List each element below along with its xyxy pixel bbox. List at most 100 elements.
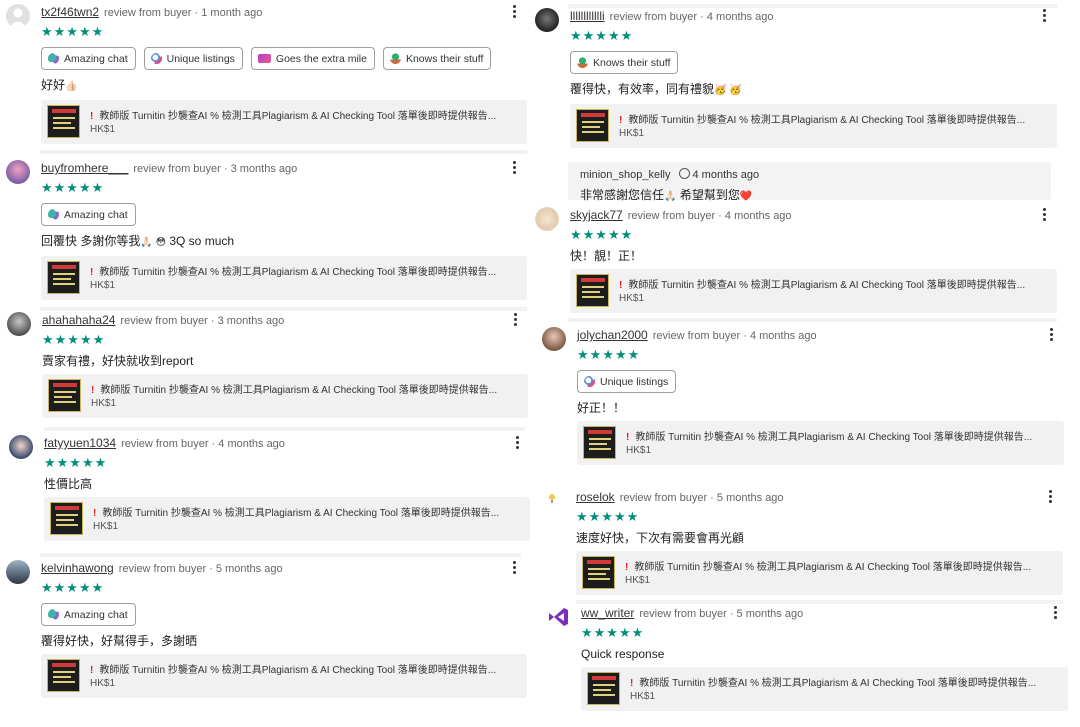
avatar[interactable] — [9, 435, 33, 459]
review-time: 4 months ago — [724, 210, 792, 222]
chat-bubbles-icon — [48, 53, 59, 64]
listing-title: ! 教師版 Turnitin 抄襲查AI % 檢測工具Plagiarism & A… — [630, 678, 1037, 689]
reviewer-username[interactable]: kelvinhawong — [41, 561, 114, 575]
listing-price: HK$1 — [90, 124, 116, 135]
review-time: 4 months ago — [218, 438, 285, 450]
more-options-icon[interactable] — [511, 4, 517, 20]
plant-icon — [577, 57, 588, 68]
review-text: 快！靚！正！ — [570, 249, 643, 263]
reviewer-username[interactable]: tx2f46twn2 — [41, 5, 99, 19]
avatar[interactable] — [6, 4, 30, 28]
review-source: review from buyer — [133, 163, 221, 175]
alert-icon: ! — [90, 665, 94, 676]
listing-title: ! 教師版 Turnitin 抄襲查AI % 檢測工具Plagiarism & A… — [625, 562, 1032, 573]
listing-thumbnail — [587, 672, 620, 705]
review-source: review from buyer — [639, 608, 727, 620]
alert-icon: ! — [619, 115, 623, 126]
listing-card[interactable]: ! 教師版 Turnitin 抄襲查AI % 檢測工具Plagiarism & A… — [44, 497, 530, 541]
listing-card[interactable]: ! 教師版 Turnitin 抄襲查AI % 檢測工具Plagiarism & A… — [581, 667, 1068, 711]
more-options-icon[interactable] — [1052, 605, 1058, 621]
more-options-icon[interactable] — [1047, 489, 1053, 505]
more-options-icon[interactable] — [1048, 327, 1054, 343]
review-source: review from buyer — [619, 492, 708, 504]
avatar[interactable] — [535, 207, 559, 231]
review-time: 5 months ago — [716, 492, 784, 504]
reviewer-username[interactable]: jolychan2000 — [577, 328, 648, 342]
listing-title: ! 教師版 Turnitin 抄襲查AI % 檢測工具Plagiarism & A… — [90, 665, 497, 676]
listing-card[interactable]: ! 教師版 Turnitin 抄襲查AI % 檢測工具Plagiarism & A… — [576, 551, 1063, 595]
reviewer-username[interactable]: buyfromhere___ — [41, 161, 128, 175]
divider — [576, 600, 1063, 604]
alert-icon: ! — [93, 508, 97, 519]
alert-icon: ! — [619, 280, 623, 291]
alert-icon: ! — [90, 111, 94, 122]
listing-title: ! 教師版 Turnitin 抄襲查AI % 檢測工具Plagiarism & A… — [93, 508, 500, 519]
listing-card[interactable]: ! 教師版 Turnitin 抄襲查AI % 檢測工具Plagiarism & A… — [41, 100, 527, 144]
tag-amazing-chat: Amazing chat — [41, 47, 136, 70]
more-options-icon[interactable] — [1041, 8, 1047, 24]
listing-title: ! 教師版 Turnitin 抄襲查AI % 檢測工具Plagiarism & A… — [619, 280, 1026, 291]
reviewer-username[interactable]: fatyyuen1034 — [44, 436, 116, 450]
reviewer-username[interactable]: roselok — [576, 490, 615, 504]
review-time: 5 months ago — [736, 608, 804, 620]
review-text: Quick response — [581, 647, 665, 661]
listing-price: HK$1 — [619, 128, 645, 139]
review-text: 賣家有禮，好快就收到report — [42, 354, 194, 368]
listing-price: HK$1 — [619, 293, 645, 304]
tag-unique-listings: Unique listings — [577, 370, 677, 393]
listing-card[interactable]: ! 教師版 Turnitin 抄襲查AI % 檢測工具Plagiarism & A… — [41, 654, 527, 698]
review-text: 覆得快，有效率，同有禮貌🥳 🥳 — [570, 82, 742, 96]
review-time: 5 months ago — [215, 563, 283, 575]
review-time: 3 months ago — [230, 163, 298, 175]
listing-card[interactable]: ! 教師版 Turnitin 抄襲查AI % 檢測工具Plagiarism & A… — [570, 104, 1057, 148]
reviewer-username[interactable]: ahahahaha24 — [42, 313, 115, 327]
star-rating: ★★★★★ — [42, 332, 106, 347]
listing-thumbnail — [583, 426, 616, 459]
ticket-icon — [257, 54, 271, 63]
listing-price: HK$1 — [93, 521, 119, 532]
tag-knows-stuff: Knows their stuff — [570, 51, 679, 74]
chat-bubbles-icon — [48, 209, 59, 220]
tag-unique-listings: Unique listings — [143, 47, 243, 70]
avatar[interactable] — [7, 312, 31, 336]
reviewer-username[interactable]: ww_writer — [581, 606, 634, 620]
divider — [40, 307, 527, 311]
star-rating: ★★★★★ — [41, 24, 105, 39]
avatar[interactable] — [6, 160, 30, 184]
avatar[interactable] — [535, 8, 559, 32]
avatar[interactable] — [541, 489, 565, 513]
review-source: review from buyer — [609, 11, 698, 23]
visual-studio-icon — [549, 608, 568, 626]
listing-title: ! 教師版 Turnitin 抄襲查AI % 檢測工具Plagiarism & A… — [626, 432, 1033, 443]
avatar[interactable] — [6, 560, 30, 584]
reviewer-username[interactable]: lllllllllllli — [570, 9, 605, 23]
listing-price: HK$1 — [630, 691, 656, 702]
reply-text: 非常感謝您信任🙏🏻 希望幫到您❤️ — [580, 188, 753, 202]
listing-card[interactable]: ! 教師版 Turnitin 抄襲查AI % 檢測工具Plagiarism & A… — [577, 421, 1064, 465]
review-source: review from buyer — [120, 315, 208, 327]
listing-card[interactable]: ! 教師版 Turnitin 抄襲查AI % 檢測工具Plagiarism & A… — [570, 269, 1057, 313]
listing-card[interactable]: ! 教師版 Turnitin 抄襲查AI % 檢測工具Plagiarism & A… — [42, 374, 528, 418]
magnifier-icon — [584, 376, 595, 387]
review-source: review from buyer — [627, 210, 716, 222]
reviewer-username[interactable]: skyjack77 — [570, 208, 623, 222]
review-time: 4 months ago — [749, 330, 817, 342]
review-text: 好正！！ — [577, 401, 626, 415]
avatar[interactable] — [542, 327, 566, 351]
avatar[interactable] — [546, 605, 570, 629]
listing-thumbnail — [47, 659, 80, 692]
listing-thumbnail — [47, 105, 80, 138]
more-options-icon[interactable] — [512, 312, 518, 328]
more-options-icon[interactable] — [511, 160, 517, 176]
seller-username[interactable]: minion_shop_kelly — [580, 169, 671, 181]
seller-reply: minion_shop_kelly 4 months ago 非常感謝您信任🙏🏻 … — [568, 162, 1051, 202]
more-options-icon[interactable] — [1041, 207, 1047, 223]
more-options-icon[interactable] — [514, 435, 520, 451]
divider — [40, 150, 527, 154]
review-source: review from buyer — [104, 7, 192, 19]
listing-thumbnail — [576, 274, 609, 307]
listing-price: HK$1 — [90, 280, 116, 291]
alert-icon: ! — [625, 562, 629, 573]
listing-card[interactable]: ! 教師版 Turnitin 抄襲查AI % 檢測工具Plagiarism & A… — [41, 256, 527, 300]
more-options-icon[interactable] — [511, 560, 517, 576]
